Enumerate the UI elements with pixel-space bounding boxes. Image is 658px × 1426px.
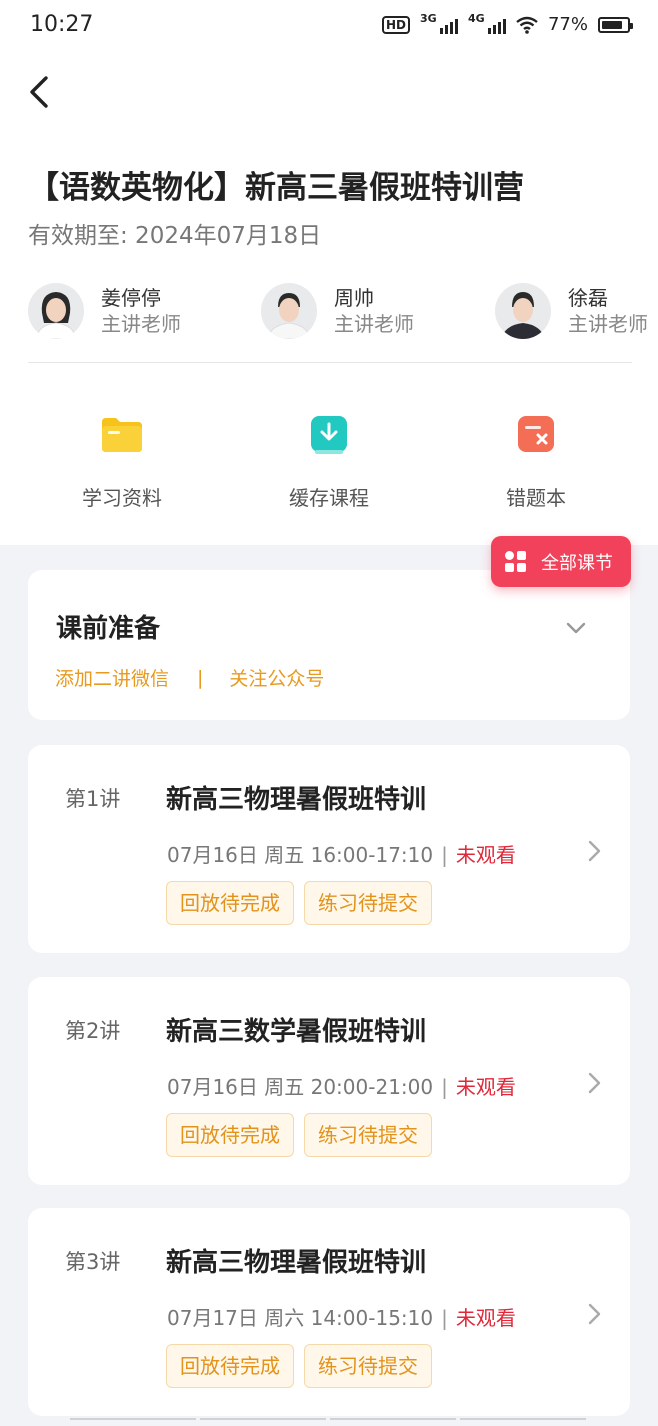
prep-links: 添加二讲微信 | 关注公众号 [55,664,324,691]
lesson-title: 新高三物理暑假班特训 [166,1248,427,1278]
lesson-time: 07月16日 周五 20:00-21:00 [167,1075,434,1099]
exercise-tag[interactable]: 练习待提交 [304,881,432,925]
meta-separator: | [441,843,448,867]
lesson-card[interactable]: 第2讲 新高三数学暑假班特训 07月16日 周五 20:00-21:00 | 未观看… [28,977,630,1185]
page-title: 【语数英物化】新高三暑假班特训营 [28,170,524,206]
all-lessons-label: 全部课节 [541,552,613,574]
back-button[interactable] [24,70,60,114]
network-4g-label: 4G [467,11,485,25]
lesson-card[interactable]: 第1讲 新高三物理暑假班特训 07月16日 周五 16:00-17:10 | 未观看… [28,745,630,953]
lesson-title: 新高三物理暑假班特训 [166,785,427,815]
watch-status: 未观看 [455,843,516,867]
grid-icon [505,550,527,573]
lesson-time: 07月17日 周六 14:00-15:10 [167,1306,434,1330]
chevron-right-icon[interactable] [588,1072,602,1094]
signal-3g-icon: 3G [420,12,458,34]
lesson-time: 07月16日 周五 16:00-17:10 [167,843,434,867]
cache-courses-button[interactable]: 缓存课程 [254,412,404,511]
chevron-right-icon[interactable] [588,1303,602,1325]
battery-icon [598,16,633,33]
lesson-tags: 回放待完成 练习待提交 [166,1113,432,1157]
chevron-right-icon[interactable] [588,840,602,862]
lesson-number: 第3讲 [65,1250,121,1274]
watch-status: 未观看 [455,1306,516,1330]
avatar [495,283,551,339]
lesson-card[interactable]: 第3讲 新高三物理暑假班特训 07月17日 周六 14:00-15:10 | 未观看… [28,1208,630,1416]
replay-tag[interactable]: 回放待完成 [166,881,294,925]
replay-tag[interactable]: 回放待完成 [166,1113,294,1157]
tool-label: 错题本 [506,486,566,510]
tool-label: 缓存课程 [289,486,369,510]
all-lessons-button[interactable]: 全部课节 [491,536,631,587]
avatar [261,283,317,339]
lesson-number: 第2讲 [65,1019,121,1043]
replay-tag[interactable]: 回放待完成 [166,1344,294,1388]
bottom-tab-hint [70,1418,586,1422]
follow-account-link[interactable]: 关注公众号 [229,664,324,691]
meta-separator: | [441,1075,448,1099]
prep-title: 课前准备 [56,614,161,644]
watch-status: 未观看 [455,1075,516,1099]
lesson-number: 第1讲 [65,787,121,811]
add-wechat-link[interactable]: 添加二讲微信 [55,664,169,691]
exercise-tag[interactable]: 练习待提交 [304,1344,432,1388]
teacher-name: 姜停停 [101,286,161,310]
teacher-role: 主讲老师 [101,312,181,336]
link-separator: | [197,666,204,689]
exercise-tag[interactable]: 练习待提交 [304,1113,432,1157]
teacher-role: 主讲老师 [568,312,648,336]
wifi-icon [516,16,538,34]
status-time: 10:27 [30,12,94,37]
validity-date: 有效期至: 2024年07月18日 [28,223,322,249]
wrong-book-icon [514,412,558,456]
lesson-tags: 回放待完成 练习待提交 [166,1344,432,1388]
teacher-item[interactable]: 姜停停 主讲老师 [28,283,181,339]
prep-card: 课前准备 添加二讲微信 | 关注公众号 [28,570,630,720]
study-materials-button[interactable]: 学习资料 [47,412,197,511]
teacher-name: 徐磊 [568,286,608,310]
wrong-book-button[interactable]: 错题本 [461,412,611,511]
status-icons: HD 3G 4G 77% [381,12,633,35]
download-icon [307,412,351,456]
teacher-role: 主讲老师 [334,312,414,336]
teacher-item[interactable]: 徐磊 主讲老师 [495,283,648,339]
chevron-down-icon[interactable] [566,622,586,634]
battery-percent: 77% [547,14,588,35]
avatar [28,283,84,339]
lesson-meta: 07月17日 周六 14:00-15:10 | 未观看 [167,1302,516,1331]
folder-icon [100,412,144,456]
signal-4g-icon: 4G [468,12,506,34]
chevron-left-icon [30,76,48,108]
meta-separator: | [441,1306,448,1330]
status-bar: 10:27 HD 3G 4G 77% [0,0,658,52]
lesson-meta: 07月16日 周五 16:00-17:10 | 未观看 [167,839,516,868]
tool-label: 学习资料 [82,486,162,510]
teacher-name: 周帅 [334,286,374,310]
lesson-meta: 07月16日 周五 20:00-21:00 | 未观看 [167,1071,516,1100]
teacher-item[interactable]: 周帅 主讲老师 [261,283,414,339]
network-3g-label: 3G [419,11,437,25]
lesson-title: 新高三数学暑假班特训 [166,1017,427,1047]
hd-voice-icon: HD [381,15,410,34]
lesson-tags: 回放待完成 练习待提交 [166,881,432,925]
divider [28,362,632,363]
teacher-list: 姜停停 主讲老师 周帅 主讲老师 徐磊 主讲老师 [28,283,658,343]
